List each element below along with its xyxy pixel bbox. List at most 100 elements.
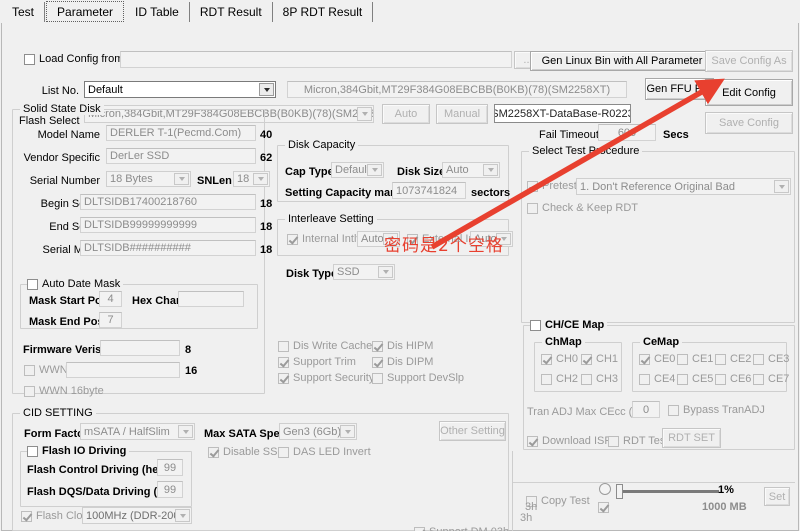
support-devslp-checkbox[interactable]: Support DevSlp xyxy=(372,372,464,384)
support-trim-checkbox[interactable]: Support Trim xyxy=(278,356,356,368)
manual-button[interactable]: Manual xyxy=(436,104,488,124)
auto-date-mask-checkbox[interactable]: Auto Date Mask xyxy=(27,278,124,290)
tran-adj-input[interactable]: 0 xyxy=(632,401,660,418)
chevron-down-icon[interactable] xyxy=(378,266,393,278)
ce3-checkbox[interactable]: CE3 xyxy=(753,353,789,365)
ch0-checkbox[interactable]: CH0 xyxy=(541,353,578,365)
firmware-version-input[interactable] xyxy=(100,340,180,356)
chevron-down-icon[interactable] xyxy=(483,164,498,176)
load-config-from-checkbox[interactable]: Load Config from xyxy=(24,53,123,65)
chevron-down-icon[interactable] xyxy=(357,107,372,121)
tab-rdt-result[interactable]: RDT Result xyxy=(189,2,273,22)
max-sata-speed-combo[interactable]: Gen3 (6Gb) xyxy=(279,423,357,440)
tab-test[interactable]: Test xyxy=(2,2,46,22)
chevron-down-icon[interactable] xyxy=(340,425,355,438)
gen-linux-bin-button[interactable]: Gen Linux Bin with All Parameter xyxy=(530,51,714,71)
set-button[interactable]: Set xyxy=(764,487,790,506)
serial-number-label: Serial Number xyxy=(29,175,100,187)
ce2-checkbox[interactable]: CE2 xyxy=(715,353,751,365)
wwn-input[interactable] xyxy=(66,362,180,378)
cap-type-combo[interactable]: Default xyxy=(331,162,384,178)
mask-start-pos-input[interactable]: 4 xyxy=(99,291,122,307)
copy-mode-checkbox[interactable] xyxy=(598,502,613,513)
ch-ce-map-checkbox[interactable]: CH/CE Map xyxy=(530,319,608,331)
flash-dqs-driving-input[interactable]: 99 xyxy=(157,481,183,498)
hex-char-input[interactable] xyxy=(178,291,244,307)
bypass-tranadj-checkbox[interactable]: Bypass TranADJ xyxy=(668,404,765,416)
checkbox-box xyxy=(372,372,383,384)
progress-slider-thumb[interactable] xyxy=(616,484,623,499)
serial-mask-input[interactable]: DLTSIDB########## xyxy=(80,240,256,256)
checkbox-box xyxy=(208,446,219,458)
begin-serial-input[interactable]: DLTSIDB17400218760 xyxy=(80,194,256,210)
vendor-specific-input[interactable]: DerLer SSD xyxy=(106,148,256,164)
other-setting-button[interactable]: Other Setting xyxy=(439,421,506,441)
tab-8p-rdt-result[interactable]: 8P RDT Result xyxy=(272,2,374,22)
edit-config-button[interactable]: Edit Config xyxy=(705,79,793,106)
auto-button[interactable]: Auto xyxy=(382,104,430,124)
wwn-checkbox[interactable]: WWN xyxy=(24,364,68,376)
setting-capacity-input[interactable]: 1073741824 xyxy=(392,182,466,199)
ch2-checkbox[interactable]: CH2 xyxy=(541,373,578,385)
chevron-down-icon[interactable] xyxy=(174,173,189,185)
solid-state-disk-caption: Solid State Disk xyxy=(20,103,104,115)
rdt-set-button[interactable]: RDT SET xyxy=(662,428,721,448)
gen-ffu-file-button[interactable]: Gen FFU File xyxy=(645,78,714,100)
tab-parameter[interactable]: Parameter xyxy=(46,1,125,22)
flash-clock-combo[interactable]: 100MHz (DDR-200) xyxy=(82,507,192,524)
support-security-checkbox[interactable]: Support Security xyxy=(278,372,374,384)
mask-end-pos-input[interactable]: 7 xyxy=(99,312,122,328)
disk-type-combo[interactable]: SSD xyxy=(333,264,395,280)
rdt-test-checkbox[interactable]: RDT Test xyxy=(608,435,668,447)
dis-dipm-checkbox[interactable]: Dis DIPM xyxy=(372,356,433,368)
snlen-combo[interactable]: 18 xyxy=(233,171,270,187)
ce4-checkbox[interactable]: CE4 xyxy=(639,373,675,385)
dis-hipm-checkbox[interactable]: Dis HIPM xyxy=(372,340,433,352)
support-dm-03h-checkbox[interactable]: Support DM 03h xyxy=(414,526,509,531)
ce1-checkbox[interactable]: CE1 xyxy=(677,353,713,365)
list-no-combo[interactable]: Default xyxy=(84,81,276,98)
check-keep-rdt-checkbox[interactable]: Check & Keep RDT xyxy=(527,202,638,214)
chevron-down-icon[interactable] xyxy=(253,173,268,185)
chevron-down-icon[interactable] xyxy=(178,425,193,438)
copy-mode-radio[interactable] xyxy=(599,483,611,495)
download-isp-checkbox[interactable]: Download ISP xyxy=(527,435,612,447)
serial-number-combo[interactable]: 18 Bytes xyxy=(106,171,191,187)
disk-size-combo[interactable]: Auto xyxy=(442,162,500,178)
internal-intlv-checkbox[interactable]: Internal Intlv xyxy=(287,233,362,245)
checkbox-box xyxy=(715,353,726,365)
disable-ssc-checkbox[interactable]: Disable SSC xyxy=(208,446,285,458)
model-name-input[interactable]: DERLER T-1(Pecmd.Com) xyxy=(106,125,256,141)
wwn-16byte-checkbox[interactable]: WWN 16byte xyxy=(24,385,104,397)
load-config-from-label: Load Config from xyxy=(39,53,124,65)
chevron-down-icon[interactable] xyxy=(367,164,382,176)
flash-io-driving-checkbox[interactable]: Flash IO Driving xyxy=(27,445,130,457)
chevron-down-icon[interactable] xyxy=(259,83,274,96)
chevron-down-icon[interactable] xyxy=(175,509,190,522)
ch3-checkbox[interactable]: CH3 xyxy=(581,373,618,385)
save-config-button[interactable]: Save Config xyxy=(705,112,793,134)
dis-write-cache-checkbox[interactable]: Dis Write Cache xyxy=(278,340,372,352)
ch1-checkbox[interactable]: CH1 xyxy=(581,353,618,365)
cid-setting-caption: CID SETTING xyxy=(20,407,96,419)
end-serial-input[interactable]: DLTSIDB99999999999 xyxy=(80,217,256,233)
pretest-value: 1. Don't Reference Original Bad xyxy=(580,180,735,193)
chevron-down-icon[interactable] xyxy=(774,180,789,193)
tab-id-table[interactable]: ID Table xyxy=(125,2,190,22)
flash-control-driving-input[interactable]: 99 xyxy=(157,459,183,476)
ce5-checkbox[interactable]: CE5 xyxy=(677,373,713,385)
fail-timeout-input[interactable]: 600 xyxy=(598,124,656,141)
database-version-field[interactable]: SM2258XT-DataBase-R0223 xyxy=(494,104,631,123)
progress-slider-track[interactable] xyxy=(619,490,719,493)
checkbox-box xyxy=(27,278,38,290)
load-config-path-input[interactable] xyxy=(120,51,512,68)
das-led-invert-checkbox[interactable]: DAS LED Invert xyxy=(278,446,371,458)
pretest-checkbox[interactable]: Pretest xyxy=(527,180,577,192)
ce7-checkbox[interactable]: CE7 xyxy=(753,373,789,385)
ce0-checkbox[interactable]: CE0 xyxy=(639,353,675,365)
save-config-as-button[interactable]: Save Config As xyxy=(705,50,793,72)
form-factor-combo[interactable]: mSATA / HalfSlim xyxy=(80,423,195,440)
ce6-checkbox[interactable]: CE6 xyxy=(715,373,751,385)
pretest-combo[interactable]: 1. Don't Reference Original Bad xyxy=(576,178,791,195)
checkbox-box xyxy=(278,446,289,458)
